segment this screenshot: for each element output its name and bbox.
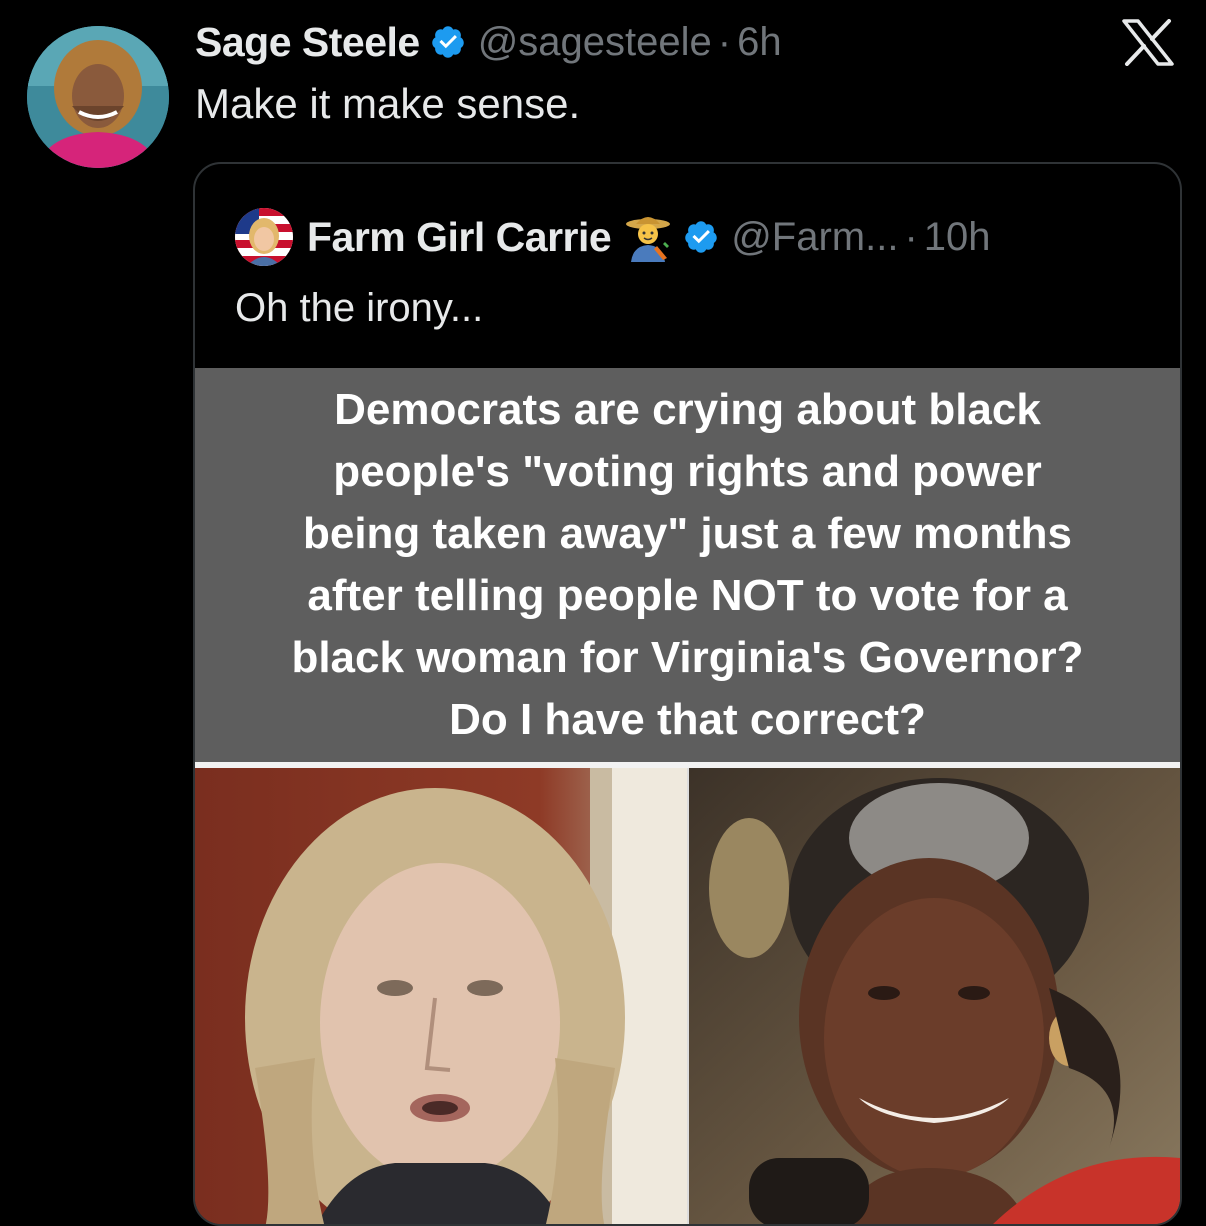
quoted-tweet-header: Farm Girl Carrie @Farm... · 10h <box>235 208 991 266</box>
quoted-tweet-media[interactable]: Democrats are crying about black people'… <box>195 368 1180 1224</box>
quoted-tweet-text: Oh the irony... <box>235 286 484 330</box>
quoted-tweet-timestamp[interactable]: 10h <box>924 215 991 260</box>
tweet-timestamp[interactable]: 6h <box>737 20 782 65</box>
separator-dot: · <box>717 19 732 64</box>
quoted-author-handle[interactable]: @Farm... <box>731 215 898 260</box>
separator-dot: · <box>904 214 918 259</box>
media-caption-box: Democrats are crying about black people'… <box>195 368 1180 762</box>
tweet[interactable]: Sage Steele @sagesteele · 6h Make it mak… <box>0 0 1206 1226</box>
media-caption-text: Democrats are crying about black people'… <box>291 385 1084 744</box>
farmer-emoji-icon <box>626 217 671 262</box>
photo-right <box>689 768 1180 1224</box>
quoted-tweet[interactable]: Farm Girl Carrie @Farm... · 10h Oh the i… <box>193 162 1182 1226</box>
author-display-name[interactable]: Sage Steele <box>195 19 420 66</box>
verified-badge-icon <box>431 26 464 58</box>
tweet-text: Make it make sense. <box>195 80 581 127</box>
tweet-header: Sage Steele @sagesteele · 6h <box>195 14 782 70</box>
verified-badge-icon <box>685 221 717 253</box>
quoted-author-avatar[interactable] <box>235 208 293 266</box>
x-logo-icon <box>1122 19 1174 66</box>
author-avatar[interactable] <box>27 26 169 168</box>
quoted-author-display-name[interactable]: Farm Girl Carrie <box>307 214 612 261</box>
photo-left <box>195 768 687 1224</box>
author-handle[interactable]: @sagesteele <box>478 20 712 65</box>
